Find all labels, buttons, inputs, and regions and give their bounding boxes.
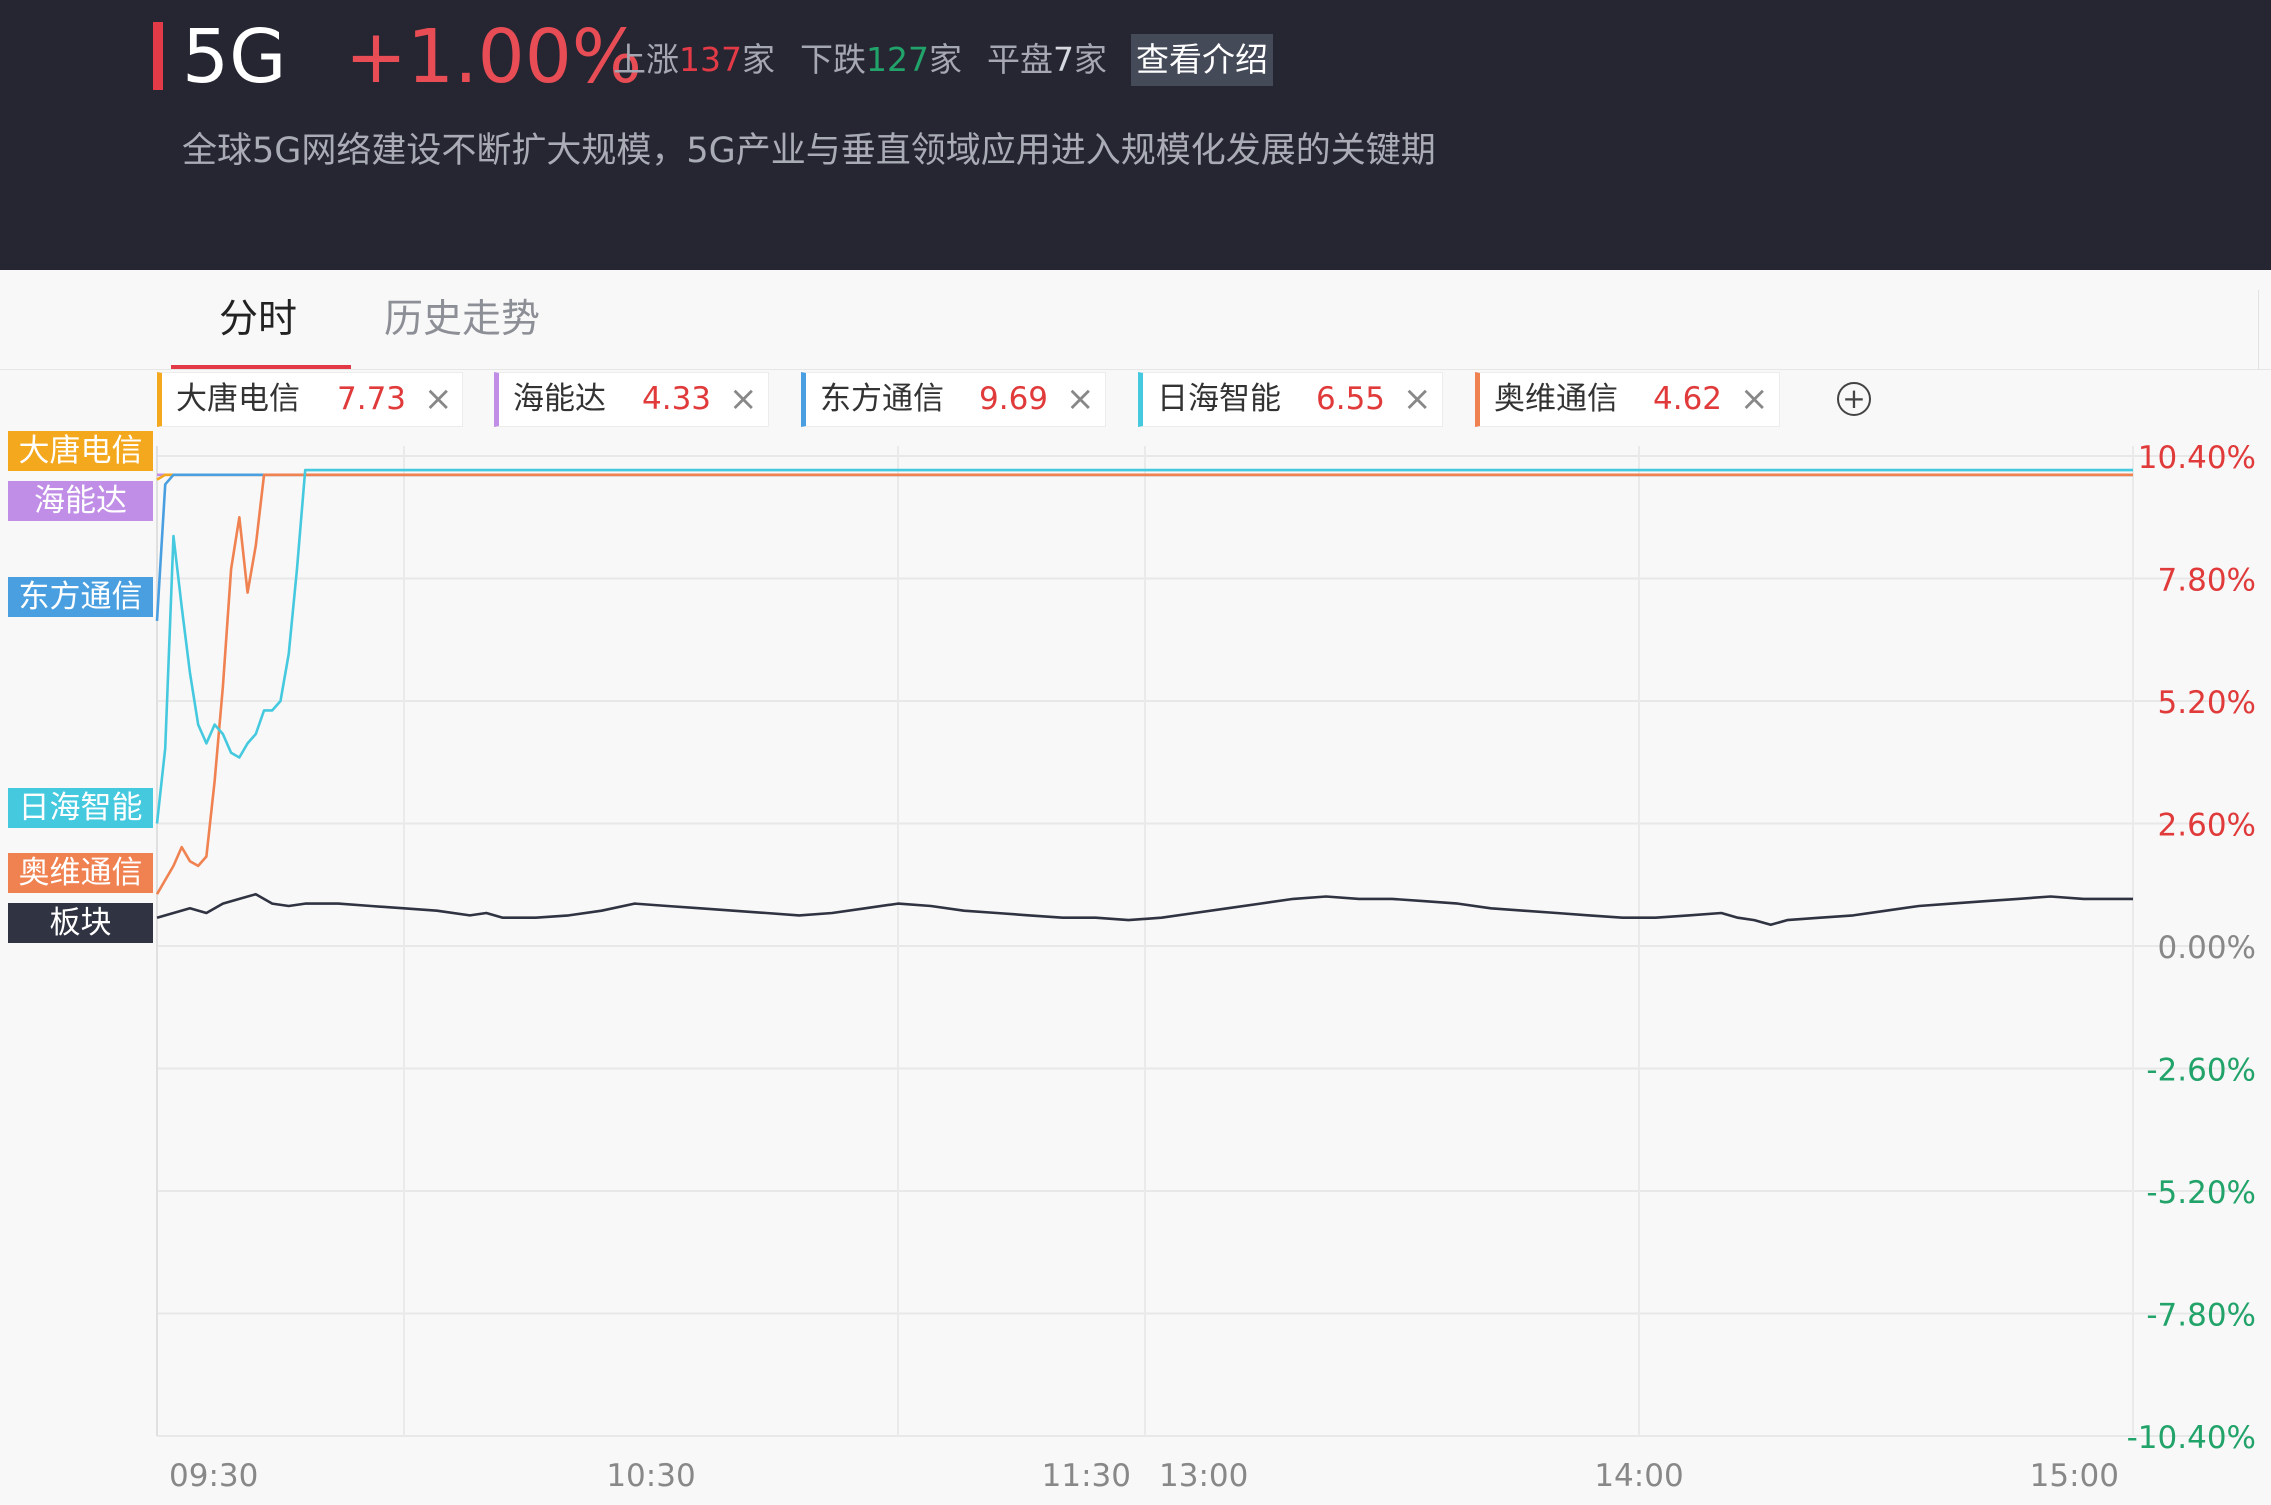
x-tick-label: 09:30 <box>169 1458 258 1494</box>
series-label-datang: 大唐电信 <box>8 431 153 471</box>
series-label-aowei: 奥维通信 <box>8 853 153 893</box>
y-tick-label: -7.80% <box>2146 1298 2256 1334</box>
y-tick-label: -5.20% <box>2146 1175 2256 1211</box>
series-label-hainengda: 海能达 <box>8 481 153 521</box>
series-label-sector: 板块 <box>8 903 153 943</box>
series-label-rihai: 日海智能 <box>8 788 153 828</box>
y-tick-label: -10.40% <box>2127 1420 2256 1456</box>
series-label-dongfang: 东方通信 <box>8 577 153 617</box>
y-tick-label: 10.40% <box>2138 440 2256 476</box>
y-tick-label: 7.80% <box>2158 563 2256 599</box>
x-tick-label: 10:30 <box>606 1458 695 1494</box>
x-tick-label: 11:30 <box>1042 1458 1131 1494</box>
x-tick-label: 13:00 <box>1159 1458 1248 1494</box>
y-tick-label: 2.60% <box>2158 808 2256 844</box>
x-tick-label: 14:00 <box>1594 1458 1683 1494</box>
y-tick-label: 5.20% <box>2158 685 2256 721</box>
x-tick-label: 15:00 <box>2030 1458 2119 1494</box>
y-tick-label: 0.00% <box>2158 930 2256 966</box>
intraday-chart: 10.40% 7.80% 5.20% 2.60% 0.00% -2.60% -5.20% -7… <box>155 440 2256 1494</box>
y-tick-label: -2.60% <box>2146 1053 2256 1089</box>
